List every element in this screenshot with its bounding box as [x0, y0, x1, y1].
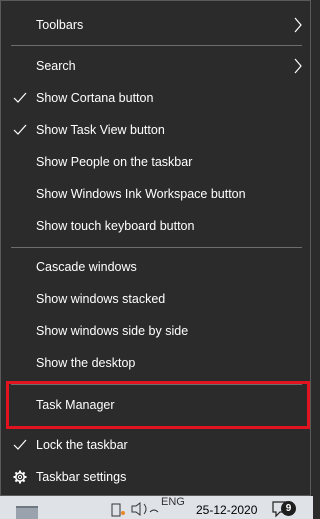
menu-item-label: Toolbars [36, 18, 84, 32]
menu-item-show-windows-ink[interactable]: Show Windows Ink Workspace button [2, 178, 311, 210]
menu-item-search[interactable]: Search [2, 50, 311, 82]
menu-item-label: Show windows side by side [36, 324, 189, 338]
menu-item-label: Taskbar settings [36, 470, 127, 484]
menu-separator [11, 45, 302, 46]
gear-icon [13, 470, 27, 484]
language-indicator[interactable]: ENG [161, 496, 185, 509]
menu-item-label: Cascade windows [36, 260, 137, 274]
menu-item-cascade-windows[interactable]: Cascade windows [2, 251, 311, 283]
chevron-right-icon [294, 58, 302, 74]
taskbar-context-menu: Toolbars Search Show Cortana button Show… [0, 0, 311, 496]
checkmark-icon [13, 439, 27, 450]
battery-icon [111, 503, 121, 517]
wifi-icon [149, 509, 159, 513]
checkmark-icon [13, 92, 27, 103]
menu-item-lock-the-taskbar[interactable]: Lock the taskbar [2, 429, 311, 461]
checkmark-icon [13, 124, 27, 135]
menu-item-show-windows-stacked[interactable]: Show windows stacked [2, 283, 311, 315]
task-manager-highlight-box [6, 381, 310, 429]
menu-item-show-people[interactable]: Show People on the taskbar [2, 146, 311, 178]
menu-item-label: Search [36, 59, 76, 73]
chevron-right-icon [294, 17, 302, 33]
taskbar-date[interactable]: 25-12-2020 [196, 503, 257, 517]
menu-item-show-the-desktop[interactable]: Show the desktop [2, 347, 311, 379]
taskbar: ENG 25-12-2020 9 [0, 496, 313, 519]
menu-item-show-touch-keyboard[interactable]: Show touch keyboard button [2, 210, 311, 242]
menu-item-show-cortana-button[interactable]: Show Cortana button [2, 82, 311, 114]
menu-item-label: Show People on the taskbar [36, 155, 193, 169]
menu-separator [11, 247, 302, 248]
volume-icon [131, 502, 141, 516]
taskbar-app-icon[interactable] [16, 506, 38, 519]
menu-item-label: Show the desktop [36, 356, 136, 370]
menu-item-label: Show Cortana button [36, 91, 154, 105]
notification-count-badge: 9 [281, 501, 296, 516]
system-tray-icons[interactable] [110, 498, 160, 518]
menu-item-label: Show Task View button [36, 123, 165, 137]
menu-item-label: Show Windows Ink Workspace button [36, 187, 246, 201]
menu-item-label: Show windows stacked [36, 292, 166, 306]
menu-item-taskbar-settings[interactable]: Taskbar settings [2, 461, 311, 493]
menu-item-show-windows-side-by-side[interactable]: Show windows side by side [2, 315, 311, 347]
menu-item-label: Show touch keyboard button [36, 219, 195, 233]
menu-item-label: Lock the taskbar [36, 438, 128, 452]
network-warning-icon [121, 511, 125, 515]
menu-item-show-task-view-button[interactable]: Show Task View button [2, 114, 311, 146]
menu-item-toolbars[interactable]: Toolbars [2, 9, 311, 41]
